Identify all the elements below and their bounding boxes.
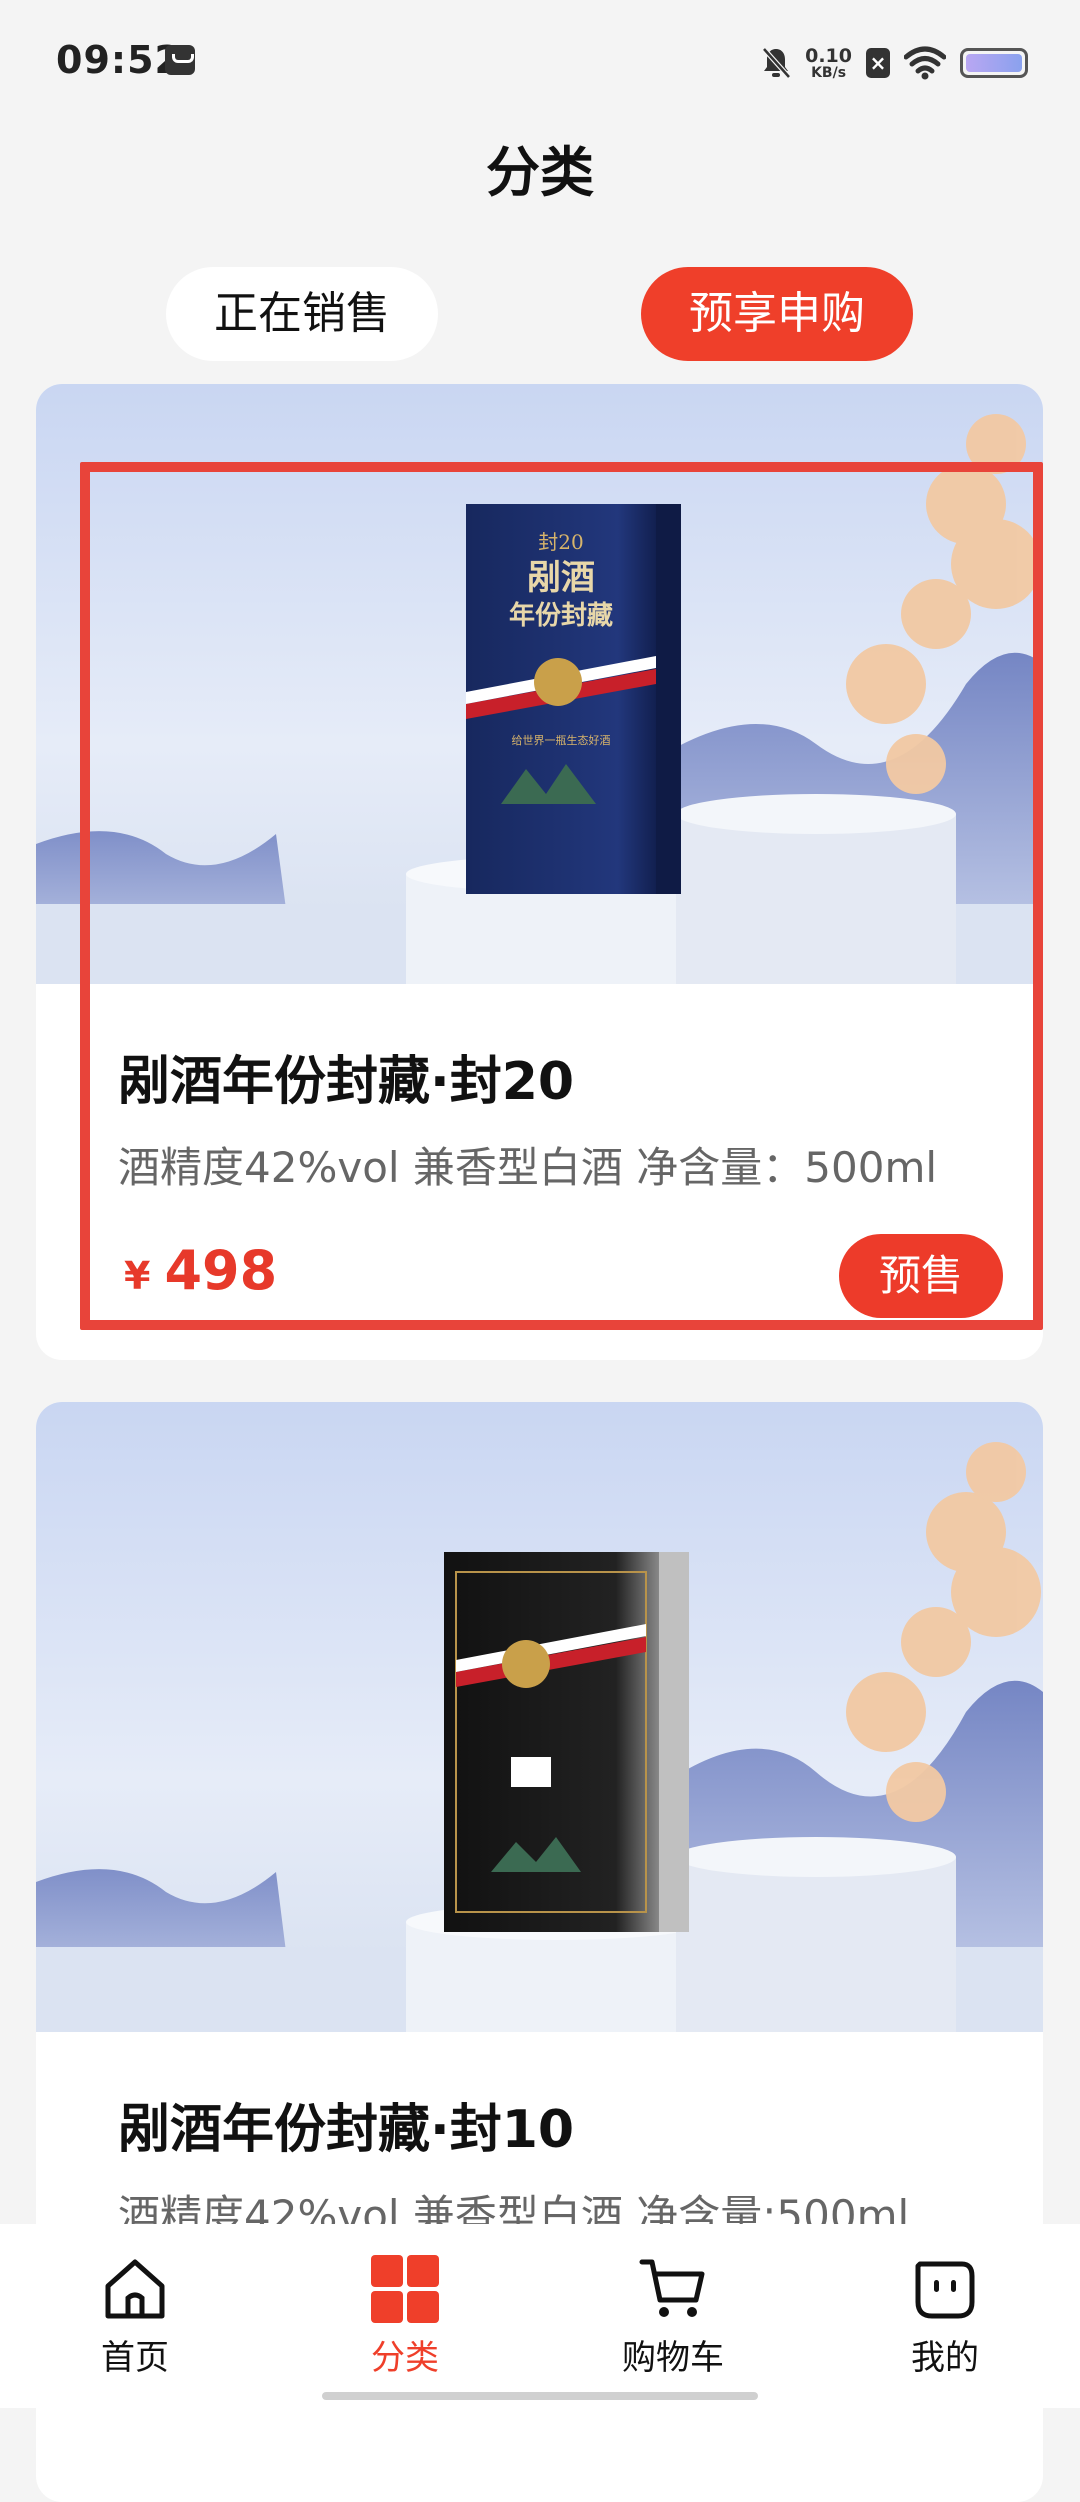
price-currency: ¥ <box>124 1254 151 1298</box>
nav-mine[interactable]: 我的 <box>855 2254 1035 2379</box>
box-title-2: 年份封藏 <box>509 600 613 631</box>
network-speed-unit: KB/s <box>811 64 847 81</box>
tab-on-sale[interactable]: 正在销售 <box>166 267 438 361</box>
status-bar: 09:52 0.10 KB/s × <box>0 0 1080 125</box>
product-image <box>36 1402 1043 2032</box>
home-indicator[interactable] <box>322 2392 758 2400</box>
box-label-top: 封20 <box>538 530 583 554</box>
battery-icon <box>960 48 1028 78</box>
presale-button[interactable]: 预售 <box>839 1234 1003 1318</box>
nav-label: 我的 <box>911 2338 979 2378</box>
nav-label: 首页 <box>101 2338 169 2378</box>
nav-label: 购物车 <box>622 2338 724 2378</box>
message-icon <box>165 45 195 75</box>
product-price: ¥498 <box>124 1239 277 1302</box>
wifi-icon <box>904 46 946 80</box>
product-name: 剐酒年份封藏·封20 <box>118 1052 575 1112</box>
status-time: 09:52 <box>56 38 182 82</box>
network-speed: 0.10 KB/s <box>805 44 852 81</box>
product-image: 封20 剐酒 年份封藏 给世界一瓶生态好酒 <box>36 384 1043 984</box>
page-title: 分类 <box>486 141 594 204</box>
nav-cart[interactable]: 购物车 <box>583 2254 763 2379</box>
home-icon <box>105 2259 165 2319</box>
box-slogan: 给世界一瓶生态好酒 <box>512 733 611 747</box>
bottom-nav: 首页 分类 购物车 我的 <box>0 2224 1080 2408</box>
nav-label: 分类 <box>371 2338 439 2378</box>
sim-x-icon: × <box>866 48 890 78</box>
nav-home[interactable]: 首页 <box>45 2254 225 2379</box>
battery-fill <box>966 54 1022 72</box>
nav-category[interactable]: 分类 <box>315 2254 495 2379</box>
product-card[interactable]: 封20 剐酒 年份封藏 给世界一瓶生态好酒 剐酒年份封藏·封20 酒精度42%v… <box>36 384 1043 1360</box>
network-speed-value: 0.10 <box>805 44 852 67</box>
product-spec: 酒精度42%vol 兼香型白酒 净含量：500ml <box>118 1143 938 1192</box>
tab-presale-subscription[interactable]: 预享申购 <box>641 267 913 361</box>
price-amount: 498 <box>164 1239 278 1302</box>
profile-face-icon <box>915 2261 975 2319</box>
category-grid-icon <box>371 2255 439 2323</box>
box-title-1: 剐酒 <box>527 558 595 598</box>
cart-icon <box>639 2259 705 2317</box>
bell-off-icon <box>762 47 791 79</box>
product-name: 剐酒年份封藏·封10 <box>118 2100 575 2160</box>
status-icons: 0.10 KB/s × <box>761 38 1028 88</box>
